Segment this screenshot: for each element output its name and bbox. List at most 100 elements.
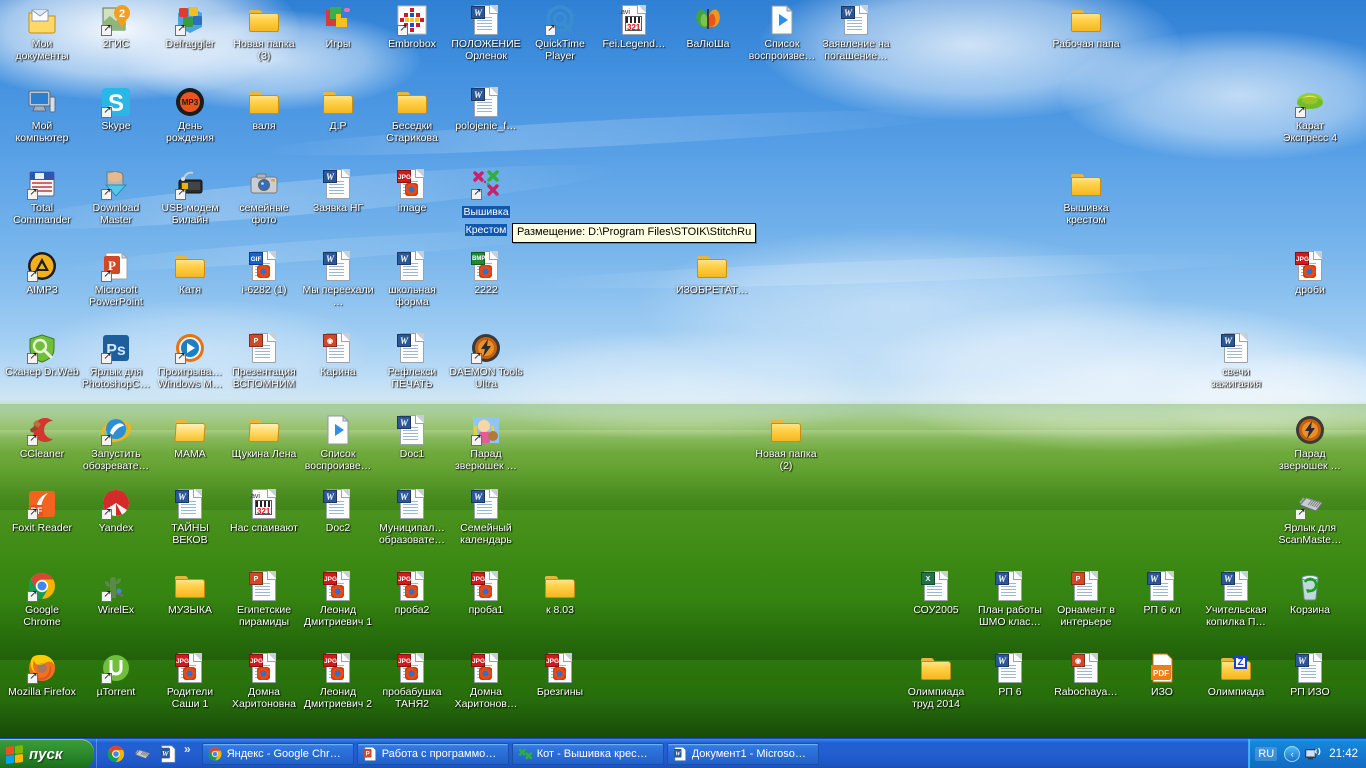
taskbar-button[interactable]: P Работа с программо… bbox=[356, 742, 509, 765]
quick-launch-overflow-chevron-icon[interactable]: » bbox=[184, 743, 191, 755]
desktop-icon[interactable]: QuickTime Player bbox=[522, 4, 598, 62]
desktop-icon[interactable]: P Орнамент в интерьере bbox=[1048, 570, 1124, 628]
desktop-icon[interactable]: WirelEx bbox=[78, 570, 154, 616]
desktop-icon[interactable]: P Презентация ВСПОМНИМ bbox=[226, 332, 302, 390]
desktop-icon[interactable]: Рабочая папа bbox=[1048, 4, 1124, 50]
desktop-icon[interactable]: W Заявка НГ bbox=[300, 168, 376, 214]
desktop-icon[interactable]: Сканер Dr.Web bbox=[4, 332, 80, 378]
start-button[interactable]: пуск bbox=[0, 739, 94, 768]
desktop-icon[interactable]: Mozilla Firefox bbox=[4, 652, 80, 698]
chevron-left-icon[interactable]: ‹ bbox=[1284, 746, 1301, 762]
desktop-icon[interactable]: PDF ИЗО bbox=[1124, 652, 1200, 698]
desktop-icon[interactable]: МУЗЫКА bbox=[152, 570, 228, 616]
desktop-icon[interactable]: JPG проба2 bbox=[374, 570, 450, 616]
taskbar-button[interactable]: Яндекс - Google Chr… bbox=[201, 742, 354, 765]
task-button-list[interactable]: Яндекс - Google Chr… P Работа с программо…… bbox=[196, 739, 1249, 768]
desktop-icon[interactable]: Список воспроизве… bbox=[300, 414, 376, 472]
desktop-icon[interactable]: MP3 День рождения bbox=[152, 86, 228, 144]
language-indicator[interactable]: RU bbox=[1255, 747, 1278, 761]
desktop-icon[interactable]: Wpolojenie_f… bbox=[448, 86, 524, 132]
desktop-icon[interactable]: Карат Экспресс 4 bbox=[1272, 86, 1348, 144]
desktop-icon[interactable]: Щукина Лена bbox=[226, 414, 302, 460]
desktop-icon[interactable]: к 8.03 bbox=[522, 570, 598, 616]
desktop-icon[interactable]: Ярлык для ScanMaste… bbox=[1272, 488, 1348, 546]
desktop-icon[interactable]: W Doc1 bbox=[374, 414, 450, 460]
desktop-icon[interactable]: Парад зверюшек … bbox=[1272, 414, 1348, 472]
desktop-icon[interactable]: Проигрыва… Windows M… bbox=[152, 332, 228, 390]
desktop-icon[interactable]: PsЯрлык для PhotoshopC… bbox=[78, 332, 154, 390]
desktop-icon[interactable]: JPG Домна Харитонов… bbox=[448, 652, 524, 710]
taskbar[interactable]: пуск W » Яндекс - Google Chr… P Работа с пр… bbox=[0, 738, 1366, 768]
desktop-icon[interactable]: валя bbox=[226, 86, 302, 132]
desktop-icon[interactable]: W Учительская копилка П… bbox=[1198, 570, 1274, 628]
desktop-icon[interactable]: Embrobox bbox=[374, 4, 450, 50]
chrome-icon[interactable] bbox=[106, 744, 126, 764]
taskbar-clock[interactable]: 21:42 bbox=[1329, 748, 1358, 760]
desktop-icon[interactable]: µTorrent bbox=[78, 652, 154, 698]
desktop-icon[interactable]: Defraggler bbox=[152, 4, 228, 50]
word-icon[interactable]: W bbox=[158, 744, 178, 764]
desktop-icon[interactable]: Запустить обозревате… bbox=[78, 414, 154, 472]
desktop-icon[interactable]: Игры bbox=[300, 4, 376, 50]
desktop-icon[interactable]: Total Commander bbox=[4, 168, 80, 226]
desktop-icon[interactable]: JPG Родители Саши 1 bbox=[152, 652, 228, 710]
desktop-icon[interactable]: GIF i-6282 (1) bbox=[226, 250, 302, 296]
desktop-icon[interactable]: X СОУ2005 bbox=[898, 570, 974, 616]
desktop-icon[interactable]: W Заявление на погашение… bbox=[818, 4, 894, 62]
desktop-icon[interactable]: Вышивка крестом bbox=[1048, 168, 1124, 226]
desktop-icon[interactable]: JPG дроби bbox=[1272, 250, 1348, 296]
taskbar-button[interactable]: Кот - Вышивка крес… bbox=[511, 742, 664, 765]
desktop-icon[interactable]: JPG пробабушка ТАНЯ2 bbox=[374, 652, 450, 710]
desktop-icon[interactable]: .avi 321 Нас спаивают bbox=[226, 488, 302, 534]
desktop-icon[interactable]: PMicrosoft PowerPoint bbox=[78, 250, 154, 308]
desktop-icon[interactable]: Мой компьютер bbox=[4, 86, 80, 144]
desktop-icon[interactable]: W Мы переехали … bbox=[300, 250, 376, 308]
desktop-icon[interactable]: S Skype bbox=[78, 86, 154, 132]
desktop-icon[interactable]: Мои документы bbox=[4, 4, 80, 62]
desktop-icon[interactable]: DAEMON Tools Ultra bbox=[448, 332, 524, 390]
desktop-icon[interactable]: Катя bbox=[152, 250, 228, 296]
system-tray[interactable]: RU ‹ 21:42 bbox=[1248, 739, 1366, 768]
desktop-icon[interactable]: Wсвечи зажигания bbox=[1198, 332, 1274, 390]
desktop-icon[interactable]: W План работы ШМО клас… bbox=[972, 570, 1048, 628]
desktop[interactable]: Мои документы 2 2ГИС Defraggler Новая папка … bbox=[0, 0, 1366, 768]
desktop-icon[interactable]: Yandex bbox=[78, 488, 154, 534]
desktop-icon[interactable]: Д.Р bbox=[300, 86, 376, 132]
taskbar-button[interactable]: W Документ1 - Microso… bbox=[666, 742, 819, 765]
desktop-icon[interactable]: JPG image bbox=[374, 168, 450, 214]
desktop-icon[interactable]: .avi 321 Fei.Legend… bbox=[596, 4, 672, 50]
desktop-icon[interactable]: 2 2ГИС bbox=[78, 4, 154, 50]
desktop-icon[interactable]: Wшкольная форма bbox=[374, 250, 450, 308]
desktop-icon[interactable]: Парад зверюшек … bbox=[448, 414, 524, 472]
desktop-icon[interactable]: Новая папка (2) bbox=[748, 414, 824, 472]
desktop-icon[interactable]: ИЗОБРЕТАТ… bbox=[674, 250, 750, 296]
desktop-icon[interactable]: W Рефлекси ПЕЧАТЬ bbox=[374, 332, 450, 390]
desktop-icon[interactable]: ◉ Карина bbox=[300, 332, 376, 378]
desktop-icon[interactable]: W РП ИЗО bbox=[1272, 652, 1348, 698]
network-icon[interactable] bbox=[1305, 747, 1322, 761]
scanner-icon[interactable] bbox=[132, 744, 152, 764]
desktop-icon[interactable]: W Doc2 bbox=[300, 488, 376, 534]
desktop-icon[interactable]: JPG Брезгины bbox=[522, 652, 598, 698]
desktop-icon[interactable]: Новая папка (3) bbox=[226, 4, 302, 62]
desktop-icon[interactable]: Беседки Старикова bbox=[374, 86, 450, 144]
desktop-icon[interactable]: JPG Леонид Дмитриевич 2 bbox=[300, 652, 376, 710]
desktop-icon[interactable]: Список воспроизве… bbox=[744, 4, 820, 62]
desktop-icon[interactable]: Download Master bbox=[78, 168, 154, 226]
desktop-icon[interactable]: JPG Домна Харитоновна bbox=[226, 652, 302, 710]
desktop-icon[interactable]: P Египетские пирамиды bbox=[226, 570, 302, 628]
desktop-icon[interactable]: МАМА bbox=[152, 414, 228, 460]
desktop-icon[interactable]: W ПОЛОЖЕНИЕ Орленок bbox=[448, 4, 524, 62]
desktop-icon[interactable]: USB-модем Билайн bbox=[152, 168, 228, 226]
desktop-icon[interactable]: DF Foxit Reader bbox=[4, 488, 80, 534]
desktop-icon[interactable]: Z Олимпиада bbox=[1198, 652, 1274, 698]
desktop-icon[interactable]: W Муниципал… образовате… bbox=[374, 488, 450, 546]
desktop-icon[interactable]: JPG Леонид Дмитриевич 1 bbox=[300, 570, 376, 628]
desktop-icon[interactable]: семейные фото bbox=[226, 168, 302, 226]
desktop-icon[interactable]: ВаЛюШа bbox=[670, 4, 746, 50]
desktop-icon[interactable]: Олимпиада труд 2014 bbox=[898, 652, 974, 710]
desktop-icon[interactable]: BMP 2222 bbox=[448, 250, 524, 296]
desktop-icon[interactable]: Google Chrome bbox=[4, 570, 80, 628]
desktop-icon[interactable]: W РП 6 bbox=[972, 652, 1048, 698]
desktop-icon[interactable]: W ТАЙНЫ ВЕКОВ bbox=[152, 488, 228, 546]
